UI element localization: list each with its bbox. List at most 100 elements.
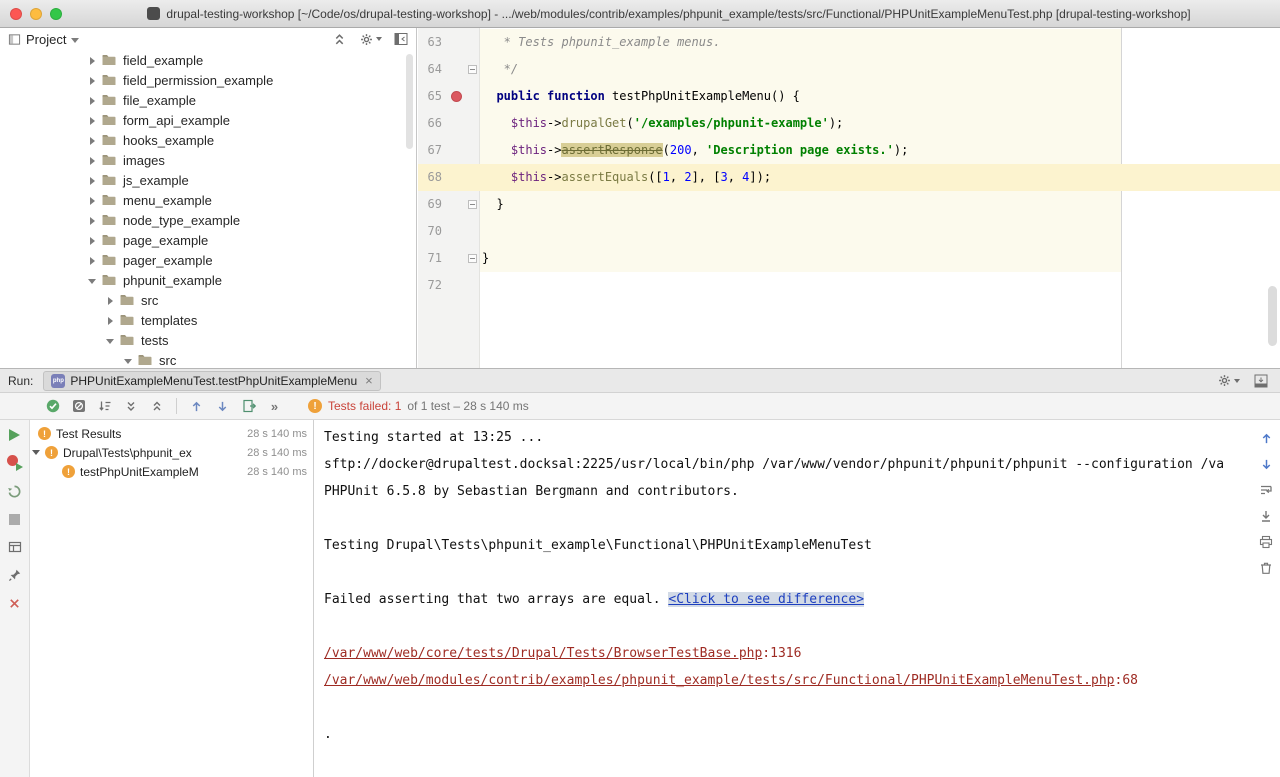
project-panel-header: Project: [0, 28, 416, 50]
project-tree-item[interactable]: images: [0, 150, 416, 170]
stacktrace-file-link[interactable]: /var/www/web/modules/contrib/examples/ph…: [324, 673, 1115, 688]
chevron-right-icon[interactable]: [88, 76, 97, 85]
project-tree-item[interactable]: src: [0, 290, 416, 310]
chevron-right-icon[interactable]: [88, 176, 97, 185]
code-token: [482, 143, 511, 157]
project-tree-item[interactable]: pager_example: [0, 250, 416, 270]
project-tree-item[interactable]: js_example: [0, 170, 416, 190]
project-tree-item[interactable]: hooks_example: [0, 130, 416, 150]
code-line[interactable]: 65 public function testPhpUnitExampleMen…: [418, 83, 1280, 110]
project-tree-item[interactable]: phpunit_example: [0, 270, 416, 290]
project-item-label: templates: [141, 313, 197, 328]
scroll-to-end-button[interactable]: [1258, 508, 1274, 524]
previous-failed-test-button[interactable]: [188, 398, 205, 415]
breakpoint-icon[interactable]: [451, 91, 462, 102]
close-window-button[interactable]: [10, 8, 22, 20]
test-tree-row[interactable]: !testPhpUnitExampleM28 s 140 ms: [30, 462, 313, 481]
show-ignored-button[interactable]: [70, 398, 87, 415]
chevron-right-icon[interactable]: [88, 96, 97, 105]
run-tab[interactable]: php PHPUnitExampleMenuTest.testPhpUnitEx…: [43, 371, 380, 391]
chevron-right-icon[interactable]: [88, 256, 97, 265]
editor-scrollbar[interactable]: [1268, 286, 1277, 346]
rerun-button[interactable]: [7, 427, 23, 443]
project-tree-item[interactable]: src: [0, 350, 416, 368]
show-passed-button[interactable]: [44, 398, 61, 415]
chevron-right-icon[interactable]: [88, 196, 97, 205]
chevron-down-icon[interactable]: [32, 450, 40, 455]
chevron-right-icon[interactable]: [106, 316, 115, 325]
code-line[interactable]: 68 $this->assertEquals([1, 2], [3, 4]);: [418, 164, 1280, 191]
code-line[interactable]: 72: [418, 272, 1280, 299]
toggle-auto-test-button[interactable]: [7, 483, 23, 499]
project-tree-item[interactable]: file_example: [0, 90, 416, 110]
print-button[interactable]: [1258, 534, 1274, 550]
project-item-label: src: [159, 353, 176, 368]
code-line[interactable]: 66 $this->drupalGet('/examples/phpunit-e…: [418, 110, 1280, 137]
zoom-window-button[interactable]: [50, 8, 62, 20]
code-line[interactable]: 71}: [418, 245, 1280, 272]
more-actions-chevron[interactable]: »: [266, 398, 283, 415]
fold-marker-icon[interactable]: [468, 65, 477, 74]
code-line[interactable]: 64 */: [418, 56, 1280, 83]
project-tree-item[interactable]: menu_example: [0, 190, 416, 210]
chevron-right-icon[interactable]: [88, 136, 97, 145]
project-tree-item[interactable]: form_api_example: [0, 110, 416, 130]
chevron-right-icon[interactable]: [88, 156, 97, 165]
close-run-panel-button[interactable]: [7, 595, 23, 611]
console-line: .: [324, 721, 1252, 748]
project-tree-item[interactable]: templates: [0, 310, 416, 330]
project-tree-item[interactable]: field_permission_example: [0, 70, 416, 90]
fold-marker-icon[interactable]: [468, 200, 477, 209]
console-text: :1316: [762, 646, 801, 661]
chevron-right-icon[interactable]: [88, 116, 97, 125]
pin-tab-button[interactable]: [7, 567, 23, 583]
test-tree-row[interactable]: !Test Results28 s 140 ms: [30, 424, 313, 443]
sort-by-duration-button[interactable]: [96, 398, 113, 415]
next-failed-test-button[interactable]: [214, 398, 231, 415]
chevron-right-icon[interactable]: [88, 216, 97, 225]
run-settings-button[interactable]: [1217, 373, 1240, 388]
stop-button[interactable]: [7, 511, 23, 527]
project-tree-item[interactable]: tests: [0, 330, 416, 350]
code-line[interactable]: 69 }: [418, 191, 1280, 218]
hide-project-panel-button[interactable]: [394, 32, 408, 46]
project-item-label: field_permission_example: [123, 73, 273, 88]
project-tree-item[interactable]: node_type_example: [0, 210, 416, 230]
code-token: ]);: [749, 170, 771, 184]
minimize-window-button[interactable]: [30, 8, 42, 20]
code-line[interactable]: 67 $this->assertResponse(200, 'Descripti…: [418, 137, 1280, 164]
code-line[interactable]: 70: [418, 218, 1280, 245]
collapse-all-button[interactable]: [332, 32, 347, 47]
project-scrollbar[interactable]: [406, 54, 413, 149]
chevron-down-icon[interactable]: [88, 276, 97, 285]
project-panel-title[interactable]: Project: [26, 32, 66, 47]
diff-link[interactable]: <Click to see difference>: [668, 592, 864, 607]
test-tree-row[interactable]: !Drupal\Tests\phpunit_ex28 s 140 ms: [30, 443, 313, 462]
clear-all-button[interactable]: [1258, 560, 1274, 576]
project-panel-chevron-icon[interactable]: [71, 35, 80, 44]
chevron-right-icon[interactable]: [106, 296, 115, 305]
chevron-right-icon[interactable]: [88, 56, 97, 65]
import-test-results-button[interactable]: [240, 398, 257, 415]
next-occurrence-button[interactable]: [1258, 456, 1274, 472]
chevron-down-icon[interactable]: [106, 336, 115, 345]
restore-layout-button[interactable]: [7, 539, 23, 555]
soft-wrap-button[interactable]: [1258, 482, 1274, 498]
project-tree-item[interactable]: page_example: [0, 230, 416, 250]
project-item-label: src: [141, 293, 158, 308]
run-tab-title: PHPUnitExampleMenuTest.testPhpUnitExampl…: [70, 374, 357, 388]
prev-occurrence-button[interactable]: [1258, 430, 1274, 446]
project-tree-item[interactable]: field_example: [0, 50, 416, 70]
chevron-right-icon[interactable]: [88, 236, 97, 245]
close-tab-button[interactable]: ×: [365, 374, 373, 387]
project-settings-button[interactable]: [359, 32, 382, 47]
code-text: [480, 218, 482, 245]
collapse-all-button[interactable]: [148, 398, 165, 415]
fold-marker-icon[interactable]: [468, 254, 477, 263]
chevron-down-icon[interactable]: [124, 356, 133, 365]
hide-run-panel-button[interactable]: [1254, 374, 1268, 388]
stacktrace-file-link[interactable]: /var/www/web/core/tests/Drupal/Tests/Bro…: [324, 646, 762, 661]
expand-all-button[interactable]: [122, 398, 139, 415]
rerun-failed-tests-button[interactable]: [7, 455, 23, 471]
code-line[interactable]: 63 * Tests phpunit_example menus.: [418, 29, 1280, 56]
